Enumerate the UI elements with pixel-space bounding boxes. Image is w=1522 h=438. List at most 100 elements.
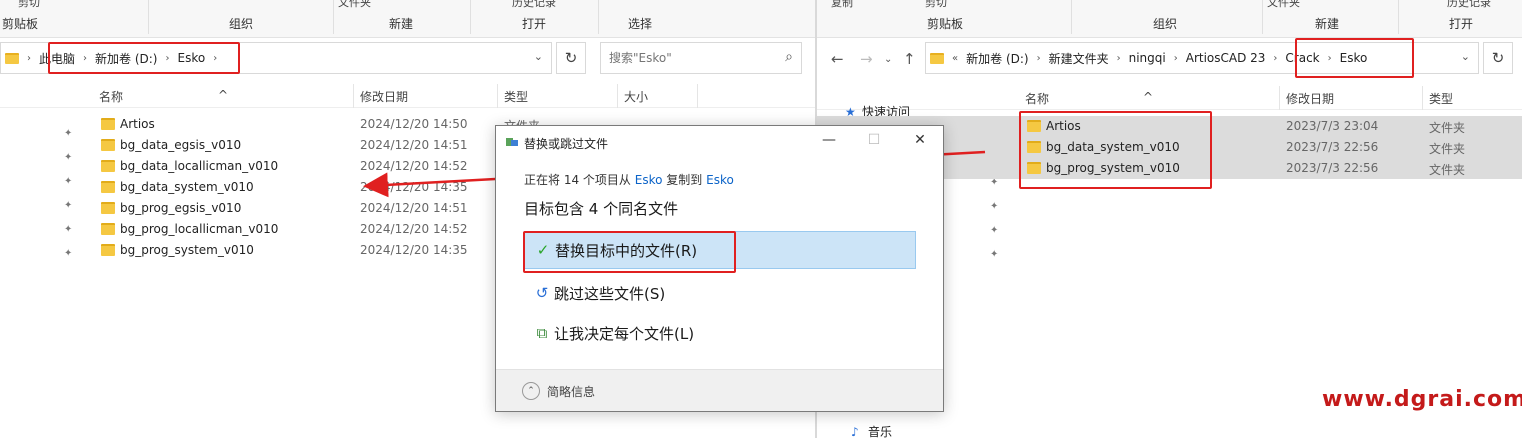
ribbon-cut-button[interactable]: 剪切 <box>18 0 40 10</box>
column-modified[interactable]: 修改日期 <box>360 88 408 105</box>
folder-icon <box>101 223 115 235</box>
breadcrumb-crack[interactable]: Crack <box>1279 51 1325 65</box>
chevron-right-icon: › <box>27 52 31 64</box>
ribbon-folder-button[interactable]: 文件夹 <box>338 0 371 10</box>
column-modified[interactable]: 修改日期 <box>1286 90 1334 107</box>
pin-icon: ✦ <box>990 249 999 260</box>
breadcrumb-this-pc[interactable]: 此电脑 <box>33 50 81 67</box>
folder-icon <box>101 181 115 193</box>
breadcrumb-overflow[interactable]: « <box>950 53 960 64</box>
chevron-down-icon[interactable]: ⌄ <box>1461 50 1470 63</box>
breadcrumb-artioscad[interactable]: ArtiosCAD 23 <box>1180 51 1272 65</box>
ribbon-group-open: 打开 <box>1449 17 1474 31</box>
sort-up-icon: ^ <box>218 88 229 102</box>
maximize-button[interactable]: ☐ <box>859 132 889 148</box>
breadcrumb-esko[interactable]: Esko <box>171 51 211 65</box>
ribbon-group-open: 打开 <box>522 17 547 31</box>
address-bar[interactable]: « 新加卷 (D:) › 新建文件夹 › ningqi › ArtiosCAD … <box>925 42 1479 74</box>
search-input[interactable] <box>609 51 759 65</box>
replace-files-option[interactable]: ✓ 替换目标中的文件(R) <box>524 231 916 269</box>
skip-arrow-icon: ↺ <box>535 284 549 302</box>
ribbon-folder-button[interactable]: 文件夹 <box>1267 0 1300 10</box>
up-arrow-icon[interactable]: ↑ <box>903 50 916 68</box>
column-size[interactable]: 大小 <box>624 88 648 105</box>
ribbon-group-organize: 组织 <box>1153 17 1178 31</box>
nav-music[interactable]: ♪ 音乐 <box>851 423 892 438</box>
breadcrumb-esko[interactable]: Esko <box>1334 51 1374 65</box>
skip-files-option[interactable]: ↺ 跳过这些文件(S) <box>524 274 916 312</box>
breadcrumb-new-folder[interactable]: 新建文件夹 <box>1043 50 1115 67</box>
ribbon: 复制 剪切 文件夹 历史记录 剪贴板 组织 新建 打开 <box>817 0 1522 38</box>
column-type[interactable]: 类型 <box>504 88 528 105</box>
folder-icon <box>101 118 115 130</box>
ribbon-copy-button[interactable]: 复制 <box>831 0 853 10</box>
chevron-right-icon: › <box>1327 52 1332 64</box>
column-type[interactable]: 类型 <box>1429 90 1453 107</box>
dialog-title: 替换或跳过文件 <box>524 137 609 151</box>
source-folder-link[interactable]: Esko <box>635 173 663 187</box>
column-name[interactable]: 名称 <box>99 88 123 105</box>
decide-each-file-option[interactable]: ⧉ 让我决定每个文件(L) <box>524 314 916 352</box>
dialog-footer: ⌃ 简略信息 <box>496 369 943 411</box>
column-header-row: ^ 名称 修改日期 类型 大小 <box>0 84 816 108</box>
breadcrumb-drive-d[interactable]: 新加卷 (D:) <box>960 50 1034 67</box>
search-icon: ⌕ <box>785 49 793 65</box>
music-note-icon: ♪ <box>851 425 859 438</box>
chevron-right-icon: › <box>1116 52 1121 64</box>
chevron-down-icon[interactable]: ⌄ <box>534 50 543 63</box>
chevron-right-icon: › <box>213 52 218 64</box>
pin-icon: ✦ <box>990 201 999 212</box>
back-arrow-icon[interactable]: ← <box>831 50 844 68</box>
breadcrumb-ningqi[interactable]: ningqi <box>1123 51 1172 65</box>
forward-arrow-icon[interactable]: → <box>860 50 873 68</box>
search-box[interactable]: ⌕ <box>600 42 802 74</box>
ribbon-group-organize: 组织 <box>229 17 254 31</box>
ribbon-history-button[interactable]: 历史记录 <box>512 0 556 10</box>
chevron-right-icon: › <box>1036 52 1041 64</box>
ribbon-group-new: 新建 <box>1315 17 1340 31</box>
chevron-right-icon: › <box>165 52 170 64</box>
folder-icon <box>5 52 19 64</box>
chevron-right-icon: › <box>1173 52 1178 64</box>
dialog-headline: 目标包含 4 个同名文件 <box>524 200 679 218</box>
sort-up-icon: ^ <box>1143 90 1154 104</box>
copy-info-text: 正在将 14 个项目从 Esko 复制到 Esko <box>524 173 734 187</box>
minimize-button[interactable]: — <box>814 132 844 148</box>
folder-icon <box>1027 162 1041 174</box>
replace-or-skip-dialog: 替换或跳过文件 — ☐ ✕ 正在将 14 个项目从 Esko 复制到 Esko … <box>495 125 944 412</box>
watermark-text: www.dgrai.com <box>1322 387 1522 412</box>
folder-icon <box>101 160 115 172</box>
close-button[interactable]: ✕ <box>905 132 935 148</box>
ribbon-group-clipboard: 剪贴板 <box>2 17 39 31</box>
refresh-button[interactable]: ↻ <box>1483 42 1513 74</box>
fewer-details-toggle[interactable]: 简略信息 <box>547 383 595 400</box>
chevron-right-icon: › <box>1273 52 1278 64</box>
column-name[interactable]: 名称 <box>1025 90 1049 107</box>
checkmark-icon: ✓ <box>536 241 550 259</box>
folder-icon <box>1027 141 1041 153</box>
copy-files-icon <box>506 137 518 147</box>
chevron-up-icon[interactable]: ⌃ <box>522 382 540 400</box>
chevron-right-icon: › <box>83 52 88 64</box>
ribbon-history-button[interactable]: 历史记录 <box>1447 0 1491 10</box>
folder-icon <box>101 202 115 214</box>
dialog-titlebar[interactable]: 替换或跳过文件 — ☐ ✕ <box>496 126 943 158</box>
destination-folder-link[interactable]: Esko <box>706 173 734 187</box>
refresh-icon: ↻ <box>1491 49 1505 67</box>
folder-icon <box>1027 120 1041 132</box>
folder-icon <box>101 244 115 256</box>
compare-files-icon: ⧉ <box>536 324 548 342</box>
ribbon-group-new: 新建 <box>389 17 414 31</box>
ribbon-cut-button[interactable]: 剪切 <box>925 0 947 10</box>
breadcrumb-drive-d[interactable]: 新加卷 (D:) <box>89 50 163 67</box>
pin-icon: ✦ <box>990 225 999 236</box>
address-bar[interactable]: › 此电脑 › 新加卷 (D:) › Esko › ⌄ <box>0 42 552 74</box>
ribbon-group-clipboard: 剪贴板 <box>927 17 964 31</box>
folder-icon <box>101 139 115 151</box>
ribbon-group-select: 选择 <box>628 17 653 31</box>
ribbon: 剪切 文件夹 历史记录 剪贴板 组织 新建 打开 选择 <box>0 0 816 38</box>
refresh-icon: ↻ <box>564 49 578 67</box>
refresh-button[interactable]: ↻ <box>556 42 586 74</box>
chevron-down-icon[interactable]: ⌄ <box>884 54 892 65</box>
column-header-row: ^ 名称 修改日期 类型 <box>817 86 1522 110</box>
